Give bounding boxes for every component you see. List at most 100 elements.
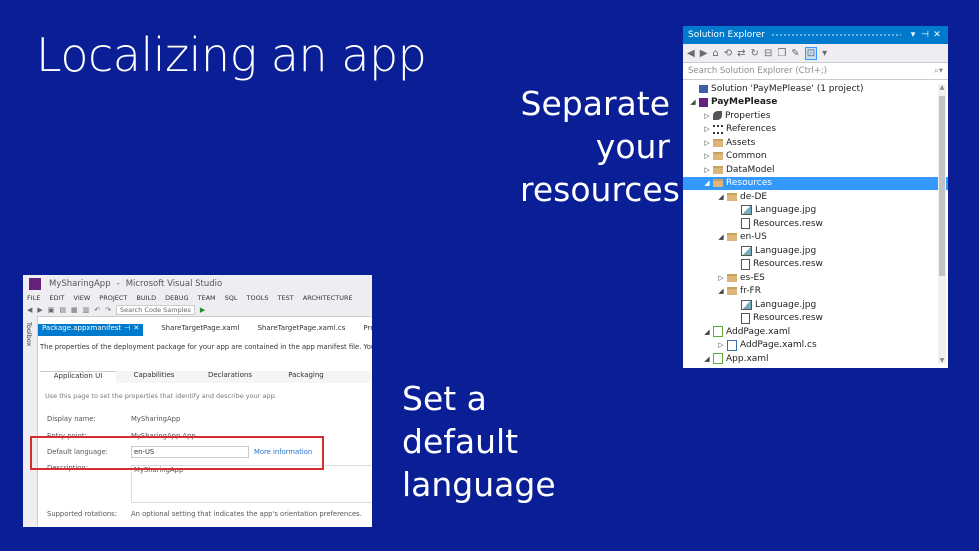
save-icon[interactable]: ▦ <box>71 306 78 314</box>
menu-item-edit[interactable]: EDIT <box>49 294 64 302</box>
sync-icon[interactable]: ⇄ <box>737 48 745 59</box>
menu-item-debug[interactable]: DEBUG <box>165 294 188 302</box>
collapse-arrow-icon[interactable]: ◢ <box>717 287 725 295</box>
preview-icon[interactable]: ⊡ <box>804 46 818 60</box>
callout-line: your <box>595 127 670 166</box>
menu-item-project[interactable]: PROJECT <box>99 294 127 302</box>
home-icon[interactable]: ⌂ <box>712 48 718 59</box>
back-icon[interactable]: ◀ <box>687 48 695 59</box>
menu-item-view[interactable]: VIEW <box>73 294 90 302</box>
tab-share-target-xaml-cs[interactable]: ShareTargetPage.xaml.cs <box>257 324 345 336</box>
toolbox-panel[interactable]: Toolbox <box>23 316 38 527</box>
visual-studio-window: MySharingApp - Microsoft Visual Studio F… <box>23 275 372 527</box>
collapse-arrow-icon[interactable]: ◢ <box>717 193 725 201</box>
tree-item[interactable]: Language.jpg <box>683 204 948 218</box>
show-all-icon[interactable]: ❐ <box>777 48 786 59</box>
menu-item-team[interactable]: TEAM <box>198 294 216 302</box>
collapse-arrow-icon[interactable]: ◢ <box>689 98 697 106</box>
scroll-up-icon[interactable]: ▲ <box>938 84 946 91</box>
open-icon[interactable]: ▤ <box>59 306 66 314</box>
menu-item-file[interactable]: FILE <box>27 294 40 302</box>
more-icon[interactable]: ▾ <box>822 48 827 59</box>
menu-item-architecture[interactable]: ARCHITECTURE <box>303 294 353 302</box>
file-icon <box>741 258 750 270</box>
drag-grip[interactable] <box>771 32 901 38</box>
collapse-arrow-icon[interactable]: ◢ <box>717 233 725 241</box>
subtab-capabilities[interactable]: Capabilities <box>116 371 192 383</box>
tree-item-label: es-ES <box>740 272 765 283</box>
tab-share-target-xaml[interactable]: ShareTargetPage.xaml <box>161 324 239 336</box>
tree-item[interactable]: ◢ Resources <box>683 176 948 190</box>
history-icon[interactable]: ⟲ <box>724 48 732 59</box>
tree-item[interactable]: ◢ de-DE <box>683 190 948 204</box>
nav-forward-icon[interactable]: ▶ <box>37 306 42 314</box>
search-input[interactable]: Search Solution Explorer (Ctrl+;) <box>688 66 934 76</box>
tab-preferences[interactable]: Preferenc <box>363 324 372 336</box>
dropdown-icon[interactable]: ▾ <box>907 30 919 40</box>
expand-arrow-icon[interactable]: ▷ <box>703 112 711 120</box>
collapse-arrow-icon[interactable]: ◢ <box>703 328 711 336</box>
tree-item[interactable]: ◢ PayMePlease <box>683 96 948 110</box>
collapse-arrow-icon[interactable]: ◢ <box>703 355 711 363</box>
tree-item[interactable]: ◢ en-US <box>683 231 948 245</box>
expand-arrow-icon[interactable]: ▷ <box>703 139 711 147</box>
tree-item[interactable]: ▷ Assets <box>683 136 948 150</box>
description-textarea[interactable]: MySharingApp <box>131 465 372 503</box>
tree-item[interactable]: Language.jpg <box>683 244 948 258</box>
tab-close-icon[interactable]: ✕ <box>133 324 139 332</box>
save-all-icon[interactable]: ▥ <box>83 306 90 314</box>
subtab-application-ui[interactable]: Application UI <box>40 371 116 383</box>
scrollbar-thumb[interactable] <box>939 96 945 276</box>
pin-icon[interactable]: ⊣ <box>919 30 931 40</box>
start-debug-icon[interactable]: ▶ <box>200 306 205 314</box>
collapse-arrow-icon[interactable]: ◢ <box>703 179 711 187</box>
toolbox-label[interactable]: Toolbox <box>25 322 33 346</box>
code-samples-search[interactable]: Search Code Samples <box>116 304 195 315</box>
tab-package-appxmanifest[interactable]: Package.appxmanifest ⊣ ✕ <box>38 324 144 336</box>
tree-item[interactable]: ◢ fr-FR <box>683 285 948 299</box>
search-icon[interactable]: ⌕▾ <box>934 66 943 76</box>
collapse-icon[interactable]: ⊟ <box>764 48 772 59</box>
display-name-field[interactable]: MySharingApp <box>131 415 180 423</box>
tree-item[interactable]: ▷ AddPage.xaml.cs <box>683 339 948 353</box>
tree-item-label: App.xaml <box>726 353 769 364</box>
supported-rotations-text: An optional setting that indicates the a… <box>131 510 362 518</box>
tree-item[interactable]: ▷ DataModel <box>683 163 948 177</box>
expand-arrow-icon[interactable]: ▷ <box>717 274 725 282</box>
expand-arrow-icon[interactable]: ▷ <box>703 152 711 160</box>
slide-title: Localizing an app <box>36 28 427 82</box>
tree-item[interactable]: Solution 'PayMePlease' (1 project) <box>683 82 948 96</box>
tree-item[interactable]: ◢ AddPage.xaml <box>683 325 948 339</box>
solution-explorer-search[interactable]: Search Solution Explorer (Ctrl+;) ⌕▾ <box>683 63 948 80</box>
tree-item[interactable]: Resources.resw <box>683 312 948 326</box>
menu-item-tools[interactable]: TOOLS <box>247 294 269 302</box>
new-project-icon[interactable]: ▣ <box>48 306 55 314</box>
expand-arrow-icon[interactable]: ▷ <box>717 341 725 349</box>
expand-arrow-icon[interactable]: ▷ <box>703 125 711 133</box>
subtab-declarations[interactable]: Declarations <box>192 371 268 383</box>
tree-item[interactable]: Resources.resw <box>683 217 948 231</box>
menu-item-build[interactable]: BUILD <box>136 294 156 302</box>
tree-item[interactable]: Language.jpg <box>683 298 948 312</box>
properties-icon[interactable]: ✎ <box>791 48 799 59</box>
tree-item[interactable]: ▷ References <box>683 123 948 137</box>
menu-item-test[interactable]: TEST <box>278 294 294 302</box>
close-icon[interactable]: ✕ <box>931 30 943 40</box>
tree-item[interactable]: ◢ App.xaml <box>683 352 948 366</box>
expand-arrow-icon[interactable]: ▷ <box>703 166 711 174</box>
nav-back-icon[interactable]: ◀ <box>27 306 32 314</box>
menu-item-sql[interactable]: SQL <box>225 294 238 302</box>
refresh-icon[interactable]: ↻ <box>751 48 759 59</box>
tree-item[interactable]: ▷ Properties <box>683 109 948 123</box>
tree-item[interactable]: ▷ Common <box>683 150 948 164</box>
forward-icon[interactable]: ▶ <box>700 48 708 59</box>
scroll-down-icon[interactable]: ▼ <box>938 357 946 364</box>
tree-item[interactable]: Resources.resw <box>683 258 948 272</box>
subtab-packaging[interactable]: Packaging <box>268 371 344 383</box>
csharp-icon <box>727 339 737 351</box>
tab-pin-icon[interactable]: ⊣ <box>124 324 130 332</box>
vertical-scrollbar[interactable]: ▲ ▼ <box>938 84 946 364</box>
undo-icon[interactable]: ↶ <box>94 306 100 314</box>
redo-icon[interactable]: ↷ <box>105 306 111 314</box>
tree-item[interactable]: ▷ es-ES <box>683 271 948 285</box>
